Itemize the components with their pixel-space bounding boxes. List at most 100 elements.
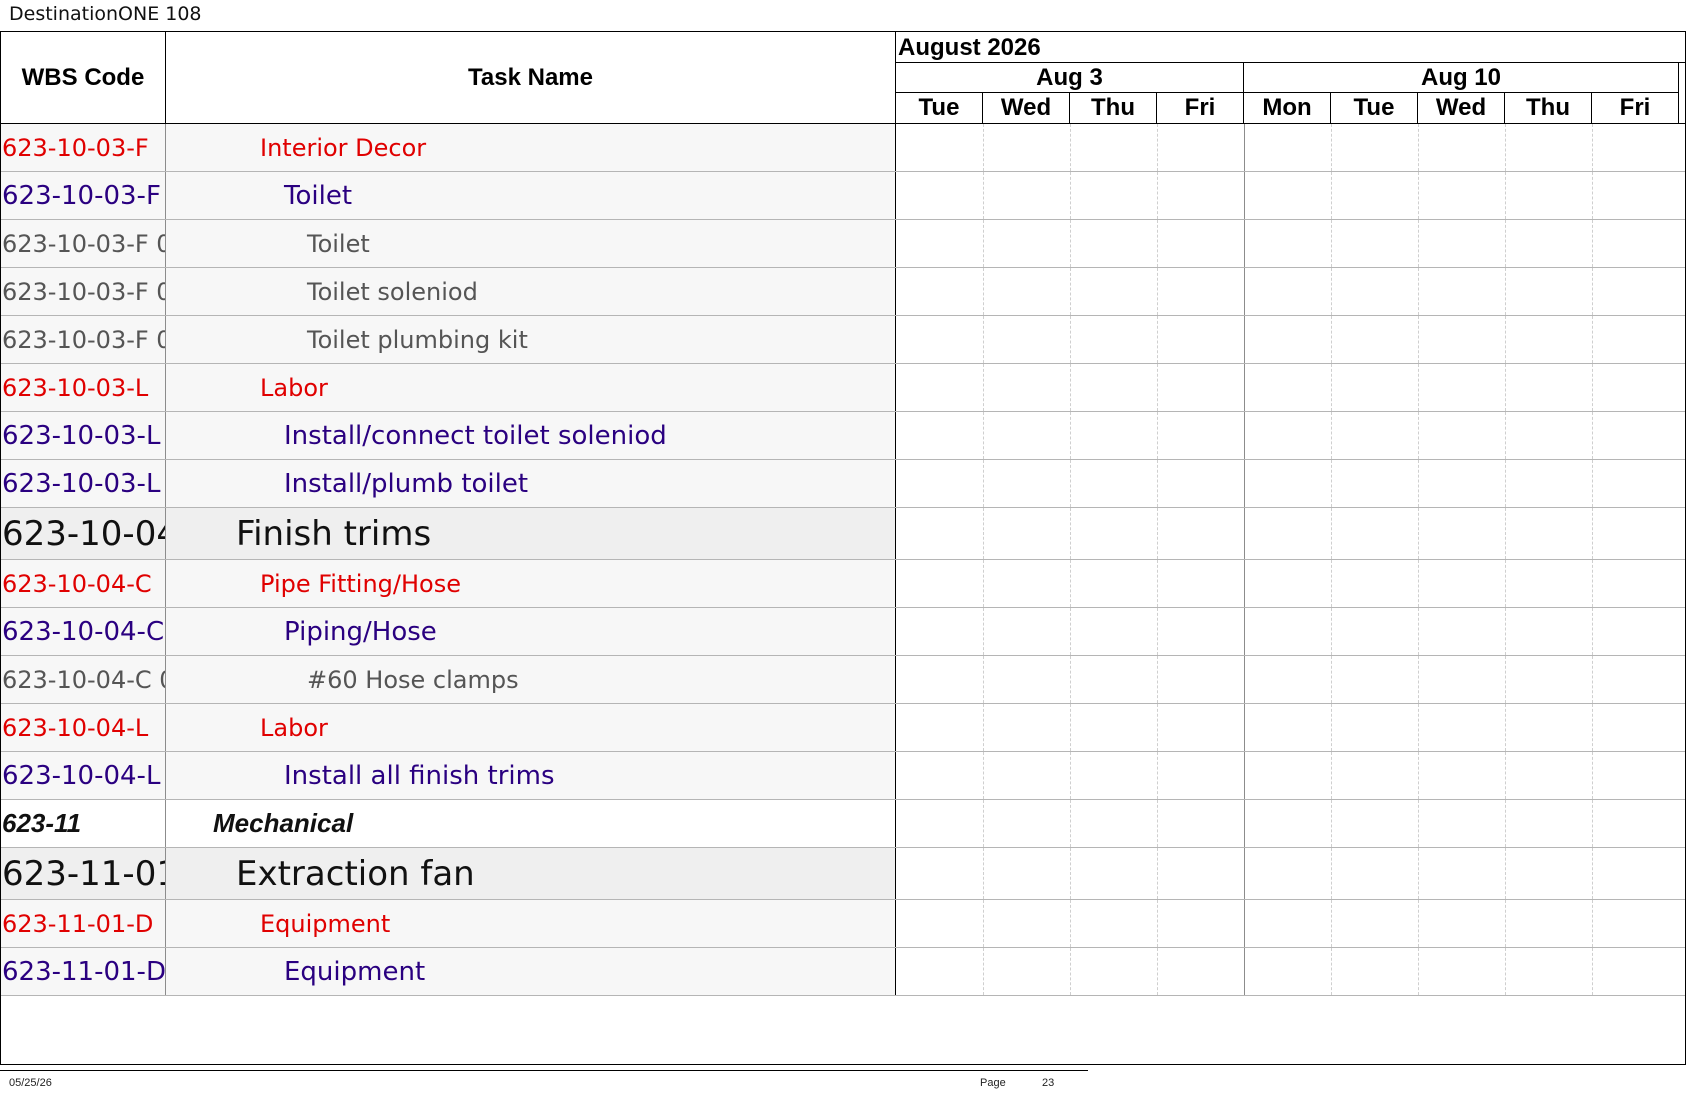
day-gridline (1505, 704, 1506, 751)
table-row[interactable]: 623-11 Mechanical (1, 800, 1685, 848)
table-row[interactable]: 623-10-03-L 01 Install/plumb toilet (1, 460, 1685, 508)
table-row[interactable]: 623-10-04-L Labor (1, 704, 1685, 752)
day-gridline (983, 508, 984, 559)
table-row[interactable]: 623-11-01-D Equipment (1, 900, 1685, 948)
day-gridline (1418, 220, 1419, 267)
table-row[interactable]: 623-10-04-L 01 Install all finish trims (1, 752, 1685, 800)
wbs-code-cell[interactable]: 623-10-03-F 01 (1, 172, 166, 219)
wbs-code-cell[interactable]: 623-10-03-L 01 (1, 412, 166, 459)
task-name-cell[interactable]: Equipment (166, 948, 896, 995)
task-name-text: Finish trims (236, 513, 432, 554)
task-name-cell[interactable]: Install/connect toilet soleniod (166, 412, 896, 459)
day-gridline (1418, 608, 1419, 655)
timeline-cell[interactable] (896, 800, 1685, 847)
day-gridline (1418, 900, 1419, 947)
wbs-code-cell[interactable]: 623-10-03-F 01 (1, 268, 166, 315)
timeline-cell[interactable] (896, 364, 1685, 411)
wbs-code-cell[interactable]: 623-10-04-C (1, 560, 166, 607)
table-row[interactable]: 623-10-03-F 01 Toilet soleniod (1, 268, 1685, 316)
day-gridline (1070, 172, 1071, 219)
timeline-cell[interactable] (896, 316, 1685, 363)
timeline-cell[interactable] (896, 656, 1685, 703)
timeline-cell[interactable] (896, 948, 1685, 995)
day-gridline (1331, 124, 1332, 171)
timeline-cell[interactable] (896, 172, 1685, 219)
day-gridline (1331, 364, 1332, 411)
wbs-code-cell[interactable]: 623-11 (1, 800, 166, 847)
task-name-cell[interactable]: Toilet soleniod (166, 268, 896, 315)
timeline-cell[interactable] (896, 412, 1685, 459)
wbs-code-cell[interactable]: 623-10-03-F (1, 124, 166, 171)
task-name-cell[interactable]: Install all finish trims (166, 752, 896, 799)
timeline-header: August 2026 Aug 3 Tue Wed Thu Fri Aug 10 Mon Tu… (896, 32, 1685, 124)
task-name-cell[interactable]: Toilet plumbing kit (166, 316, 896, 363)
table-row[interactable]: 623-10-03-F 01 Toilet (1, 172, 1685, 220)
wbs-code-cell[interactable]: 623-10-04-C 01 (1, 608, 166, 655)
task-name-text: Toilet plumbing kit (307, 325, 528, 354)
day-gridline (1157, 752, 1158, 799)
day-gridline (1331, 948, 1332, 995)
column-header-task-name[interactable]: Task Name (166, 32, 896, 124)
day-gridline (983, 172, 984, 219)
timeline-cell[interactable] (896, 900, 1685, 947)
wbs-code-cell[interactable]: 623-10-04-L (1, 704, 166, 751)
wbs-code-cell[interactable]: 623-11-01-D 01 (1, 948, 166, 995)
task-name-text: Equipment (284, 956, 426, 987)
wbs-code-cell[interactable]: 623-11-01-D (1, 900, 166, 947)
timeline-cell[interactable] (896, 752, 1685, 799)
task-name-cell[interactable]: Extraction fan (166, 848, 896, 899)
day-gridline (1331, 752, 1332, 799)
task-name-cell[interactable]: Toilet (166, 220, 896, 267)
table-row[interactable]: 623-10-04 Finish trims (1, 508, 1685, 560)
task-name-cell[interactable]: Piping/Hose (166, 608, 896, 655)
day-gridline (1244, 364, 1245, 411)
day-gridline (983, 316, 984, 363)
timeline-cell[interactable] (896, 608, 1685, 655)
task-name-cell[interactable]: #60 Hose clamps (166, 656, 896, 703)
task-name-cell[interactable]: Labor (166, 364, 896, 411)
task-name-cell[interactable]: Labor (166, 704, 896, 751)
day-gridline (1244, 800, 1245, 847)
day-gridline (1505, 172, 1506, 219)
day-gridline (1157, 704, 1158, 751)
table-row[interactable]: 623-10-04-C 01 #60 Hose clamps (1, 656, 1685, 704)
task-name-cell[interactable]: Finish trims (166, 508, 896, 559)
wbs-code-cell[interactable]: 623-10-03-L (1, 364, 166, 411)
task-name-cell[interactable]: Install/plumb toilet (166, 460, 896, 507)
task-name-cell[interactable]: Equipment (166, 900, 896, 947)
day-gridline (1505, 608, 1506, 655)
wbs-code-cell[interactable]: 623-10-03-L 01 (1, 460, 166, 507)
table-row[interactable]: 623-10-03-F 01 Toilet (1, 220, 1685, 268)
task-name-cell[interactable]: Mechanical (166, 800, 896, 847)
table-row[interactable]: 623-10-03-F Interior Decor (1, 124, 1685, 172)
table-row[interactable]: 623-10-04-C Pipe Fitting/Hose (1, 560, 1685, 608)
day-gridline (1244, 460, 1245, 507)
wbs-code-cell[interactable]: 623-10-03-F 01 (1, 220, 166, 267)
wbs-code-cell[interactable]: 623-10-04 (1, 508, 166, 559)
timeline-month-label: August 2026 (896, 32, 1685, 63)
wbs-code-cell[interactable]: 623-10-03-F 01 (1, 316, 166, 363)
wbs-code-cell[interactable]: 623-10-04-C 01 (1, 656, 166, 703)
column-header-wbs[interactable]: WBS Code (1, 32, 166, 124)
wbs-code-cell[interactable]: 623-10-04-L 01 (1, 752, 166, 799)
task-name-cell[interactable]: Pipe Fitting/Hose (166, 560, 896, 607)
timeline-cell[interactable] (896, 460, 1685, 507)
timeline-cell[interactable] (896, 220, 1685, 267)
timeline-cell[interactable] (896, 268, 1685, 315)
wbs-code-cell[interactable]: 623-11-01 (1, 848, 166, 899)
timeline-cell[interactable] (896, 848, 1685, 899)
task-name-text: Mechanical (213, 808, 354, 838)
task-name-cell[interactable]: Interior Decor (166, 124, 896, 171)
timeline-cell[interactable] (896, 560, 1685, 607)
task-name-cell[interactable]: Toilet (166, 172, 896, 219)
table-row[interactable]: 623-10-03-L Labor (1, 364, 1685, 412)
table-row[interactable]: 623-11-01-D 01 Equipment (1, 948, 1685, 996)
table-row[interactable]: 623-10-03-L 01 Install/connect toilet sol… (1, 412, 1685, 460)
footer-page-number: 23 (1042, 1077, 1055, 1089)
timeline-cell[interactable] (896, 124, 1685, 171)
table-row[interactable]: 623-10-03-F 01 Toilet plumbing kit (1, 316, 1685, 364)
timeline-cell[interactable] (896, 508, 1685, 559)
timeline-cell[interactable] (896, 704, 1685, 751)
table-row[interactable]: 623-11-01 Extraction fan (1, 848, 1685, 900)
table-row[interactable]: 623-10-04-C 01 Piping/Hose (1, 608, 1685, 656)
